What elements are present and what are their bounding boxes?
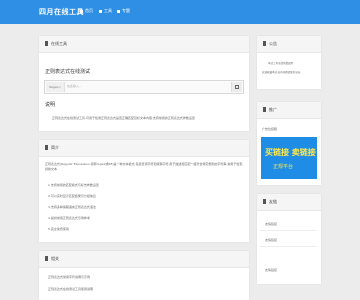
promo-heading: 广告位招租 [262, 127, 278, 131]
copy-button[interactable] [231, 82, 242, 92]
promo-card-header: 推广 [257, 102, 321, 119]
nav-topics[interactable]: 专题 [117, 8, 130, 14]
link-icon [263, 199, 266, 204]
regex-input-group: Regex:/ 在此输入... [44, 80, 244, 94]
top-header: 四月在线工具 首页 工具 专题 [0, 0, 360, 24]
intro-card-header: 简介 [39, 140, 249, 157]
related-item[interactable]: 正则表达式常用字符说明与示例 [48, 275, 90, 279]
nav-tools-label: 工具 [104, 8, 112, 13]
links-card-header: 友链 [257, 194, 321, 211]
related-card-title: 相关 [51, 256, 59, 261]
page-title: 正则表达式在线测试 [45, 69, 91, 75]
ad-banner[interactable]: 买链接 卖链接 正规平台 [261, 137, 317, 179]
tool-description: 正则表达式在线测试工具,可用于检测正则表达式是否正确匹配目标文本内容,支持常用的… [52, 116, 195, 120]
divider [260, 230, 317, 231]
intro-card: 简介 [39, 140, 249, 242]
nav-home[interactable]: 首页 [80, 8, 93, 14]
intro-item: 1.支持常用的匹配模式与标志参数设置 [48, 183, 99, 187]
promo-card-title: 推广 [269, 107, 277, 112]
ad-sub-text: 正规平台 [273, 164, 294, 170]
notice-line: 欢迎收藏本站,如有问题请联系站长 [262, 71, 301, 74]
info-icon [45, 145, 48, 150]
sidebar-link[interactable]: 友情链接 [265, 268, 277, 272]
notice-line: 本站工具全部免费使用 [268, 62, 294, 65]
tools-icon [99, 9, 102, 13]
nav-topics-label: 专题 [122, 8, 130, 13]
notice-card-header: 公告 [257, 36, 321, 53]
intro-item: 5.完全免费使用 [48, 227, 69, 231]
related-item[interactable]: 正则表达式在线测试工具使用说明 [48, 287, 93, 291]
bell-icon [263, 41, 266, 46]
intro-item: 4.提供常用正则表达式示例参考 [48, 216, 90, 220]
nav-tools[interactable]: 工具 [99, 8, 112, 14]
intro-card-title: 简介 [51, 145, 59, 150]
divider [260, 246, 317, 247]
sidebar-link[interactable]: 友情链接 [265, 222, 277, 226]
copy-icon [235, 85, 239, 89]
tool-icon [45, 41, 48, 46]
regex-input[interactable]: 在此输入... [67, 84, 82, 88]
nav-home-label: 首页 [85, 8, 93, 13]
site-logo[interactable]: 四月在线工具 [39, 7, 84, 17]
tool-card-title: 在线工具 [51, 41, 67, 46]
related-icon [45, 256, 48, 261]
regex-prefix: Regex:/ [46, 82, 65, 92]
flag-icon [263, 107, 266, 112]
intro-item: 2.可以实时显示匹配结果与分组信息 [48, 194, 96, 198]
intro-paragraph: 正则表达式(Regular Expression,简称regex或RE)是一种文… [45, 162, 246, 171]
related-card-header: 相关 [39, 251, 249, 268]
ad-main-text: 买链接 卖链接 [265, 148, 316, 157]
topic-icon [117, 9, 120, 13]
intro-item: 3.支持多种编程语言正则表达式语法 [48, 205, 96, 209]
sidebar-link[interactable]: 友情链接 [265, 238, 277, 242]
notice-card-title: 公告 [269, 41, 277, 46]
links-card-title: 友链 [269, 199, 277, 204]
tool-card-header: 在线工具 [39, 36, 249, 53]
home-icon [80, 9, 83, 13]
section-title: 说明 [45, 102, 56, 108]
